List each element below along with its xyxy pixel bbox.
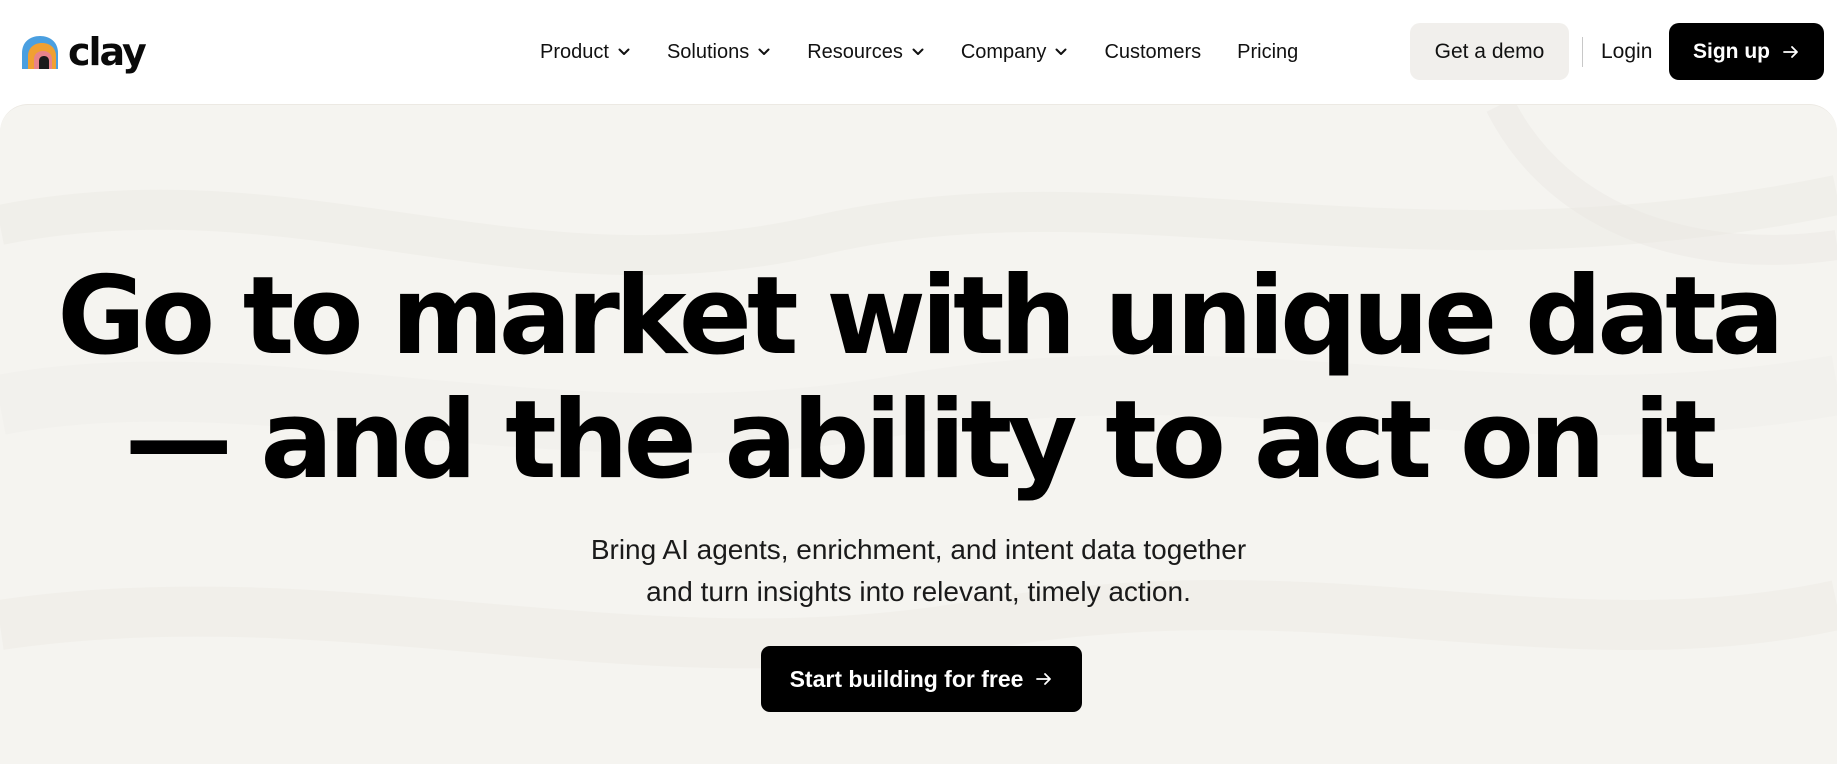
start-building-label: Start building for free: [789, 665, 1024, 692]
header-divider: [1582, 37, 1583, 67]
hero-headline: Go to market with unique data — and the …: [0, 255, 1837, 503]
headline-line-1: Go to market with unique data: [57, 254, 1784, 379]
clay-logo-icon: [22, 36, 58, 69]
site-header: clay Product Solutions Resources Company…: [0, 0, 1837, 104]
brand-name: clay: [68, 30, 147, 74]
main-nav: Product Solutions Resources Company Cust…: [540, 38, 1334, 66]
nav-item-resources[interactable]: Resources: [807, 41, 925, 64]
get-demo-label: Get a demo: [1434, 39, 1545, 63]
nav-item-label: Solutions: [666, 40, 750, 63]
chevron-down-icon: [912, 48, 924, 55]
headline-line-2: — and the ability to act on it: [124, 378, 1717, 503]
nav-item-company[interactable]: Company: [961, 41, 1069, 64]
arrow-right-icon: [1036, 673, 1052, 685]
arrow-right-icon: [1783, 45, 1798, 58]
chevron-down-icon: [1055, 48, 1067, 55]
login-label: Login: [1601, 40, 1653, 63]
nav-item-label: Product: [540, 40, 609, 63]
hero-subheadline: Bring AI agents, enrichment, and intent …: [0, 529, 1837, 613]
hero-section: Go to market with unique data — and the …: [0, 104, 1837, 764]
login-link[interactable]: Login: [1601, 38, 1652, 66]
nav-item-label: Customers: [1104, 40, 1202, 63]
nav-item-label: Pricing: [1237, 40, 1299, 63]
chevron-down-icon: [618, 48, 630, 55]
sign-up-label: Sign up: [1693, 39, 1770, 63]
nav-item-customers[interactable]: Customers: [1104, 41, 1201, 64]
start-building-button[interactable]: Start building for free: [761, 646, 1082, 712]
subhead-line-2: and turn insights into relevant, timely …: [646, 576, 1191, 607]
clay-logo[interactable]: clay: [20, 30, 147, 74]
subhead-line-1: Bring AI agents, enrichment, and intent …: [590, 534, 1247, 565]
sign-up-button[interactable]: Sign up: [1669, 23, 1824, 80]
nav-item-pricing[interactable]: Pricing: [1237, 41, 1298, 64]
nav-item-solutions[interactable]: Solutions: [667, 41, 771, 64]
nav-item-label: Resources: [807, 40, 903, 63]
get-demo-button[interactable]: Get a demo: [1410, 23, 1569, 80]
chevron-down-icon: [758, 48, 770, 55]
nav-item-label: Company: [960, 40, 1047, 63]
nav-item-product[interactable]: Product: [540, 41, 631, 64]
